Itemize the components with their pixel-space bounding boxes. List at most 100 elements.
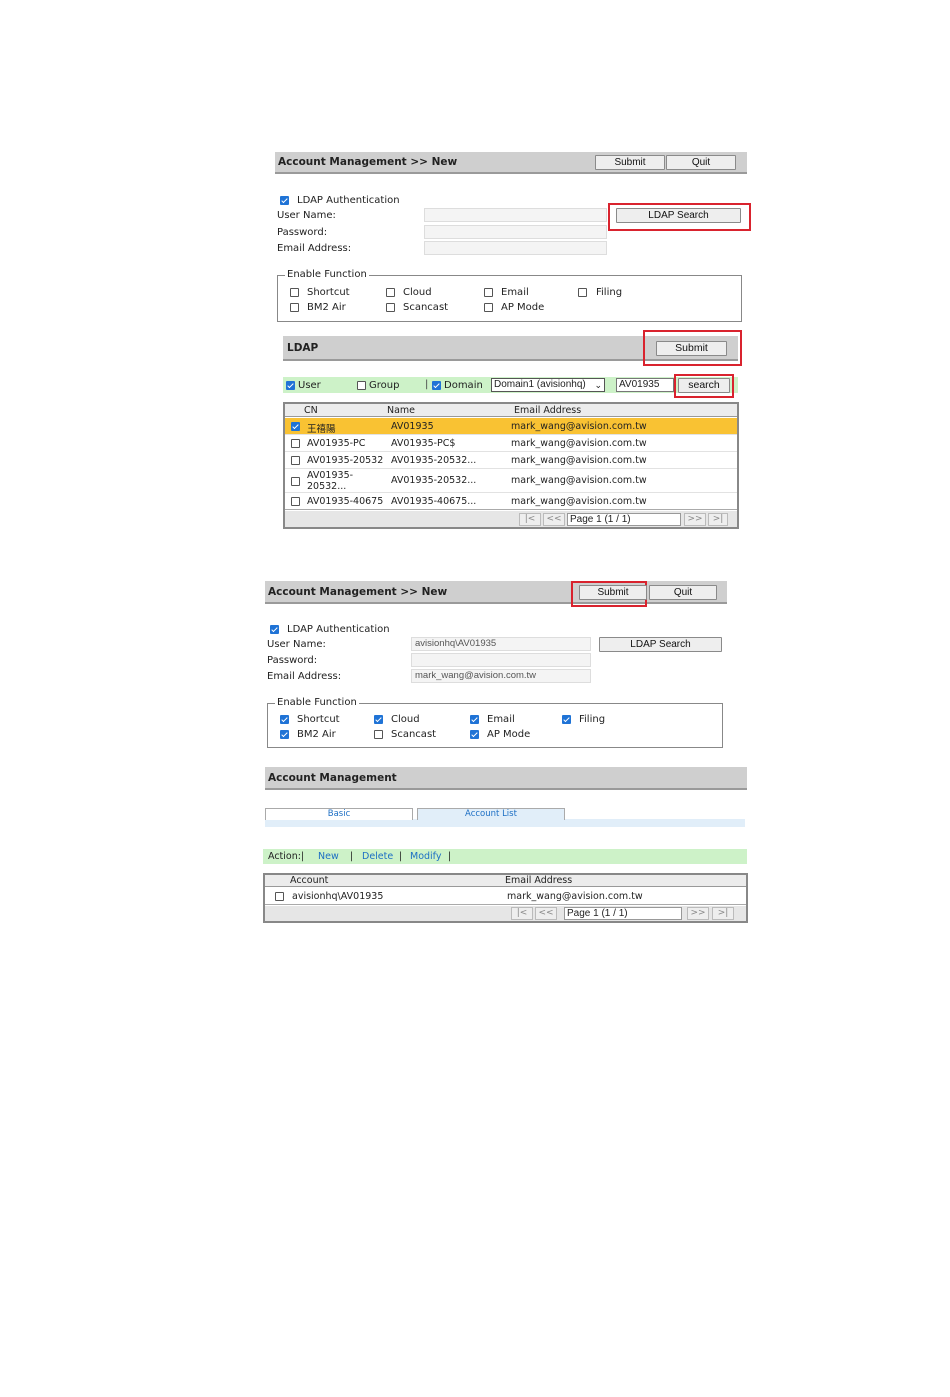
pager-prev-button[interactable]: <<: [543, 513, 565, 526]
filter-group-checkbox[interactable]: [357, 381, 366, 390]
screen1-ldap-auth-label: LDAP Authentication: [297, 195, 400, 206]
screen2-bm2air-checkbox[interactable]: [280, 730, 289, 739]
row-email: mark_wang@avision.com.tw: [511, 475, 647, 486]
screen1-ldap-auth-checkbox[interactable]: [280, 196, 289, 205]
table-row[interactable]: avisionhq\AV01935 mark_wang@avision.com.…: [265, 888, 746, 905]
pager-first-button[interactable]: |<: [511, 907, 533, 920]
tab-account-list[interactable]: Account List: [417, 808, 565, 820]
screen1-email-func-label: Email: [501, 287, 529, 298]
pager-last-button[interactable]: >|: [708, 513, 728, 526]
row-name: AV01935-20532...: [391, 455, 477, 466]
col-cn-header: CN: [304, 405, 318, 416]
tab-bar: [265, 819, 745, 827]
row-email: mark_wang@avision.com.tw: [511, 421, 647, 432]
row-checkbox[interactable]: [291, 477, 300, 486]
table-row[interactable]: AV01935-PC AV01935-PC$ mark_wang@avision…: [285, 435, 737, 452]
screen2-quit-button[interactable]: Quit: [649, 585, 717, 600]
pager-prev-button[interactable]: <<: [535, 907, 557, 920]
screen2-email-input[interactable]: mark_wang@avision.com.tw: [411, 669, 591, 683]
screen1-password-input[interactable]: [424, 225, 607, 239]
screen2-cloud-checkbox[interactable]: [374, 715, 383, 724]
screen2-email-checkbox[interactable]: [470, 715, 479, 724]
domain-select-value: Domain1 (avisionhq): [494, 379, 586, 390]
screen1-username-input[interactable]: [424, 208, 607, 222]
screen1-scancast-checkbox[interactable]: [386, 303, 395, 312]
screen2-apmode-checkbox[interactable]: [470, 730, 479, 739]
screen1-email-input[interactable]: [424, 241, 607, 255]
action-separator: |: [448, 851, 452, 862]
table-row[interactable]: AV01935- 20532... AV01935-20532... mark_…: [285, 469, 737, 493]
screen1-email-checkbox[interactable]: [484, 288, 493, 297]
filter-user-checkbox[interactable]: [286, 381, 295, 390]
table-row[interactable]: AV01935-20532 AV01935-20532... mark_wang…: [285, 452, 737, 469]
screen2-scancast-checkbox[interactable]: [374, 730, 383, 739]
screen1-shortcut-label: Shortcut: [307, 287, 350, 298]
table-row[interactable]: 王禧陽 AV01935 mark_wang@avision.com.tw: [285, 418, 737, 435]
ldap-search-input[interactable]: AV01935: [616, 378, 674, 392]
page-indicator[interactable]: Page 1 (1 / 1): [564, 907, 682, 920]
pager-first-button[interactable]: |<: [519, 513, 541, 526]
action-new-link[interactable]: New: [318, 851, 339, 862]
screen2-cloud-label: Cloud: [391, 714, 420, 725]
screen2-filing-label: Filing: [579, 714, 606, 725]
screen1-shortcut-checkbox[interactable]: [290, 288, 299, 297]
col-name-header: Name: [387, 405, 416, 416]
screen2-ldap-auth-checkbox[interactable]: [270, 625, 279, 634]
ldap-pager-bar: |< << Page 1 (1 / 1) >> >|: [285, 511, 737, 527]
screen1-quit-button[interactable]: Quit: [666, 155, 736, 170]
screen3-page-title: Account Management: [268, 772, 397, 784]
screen1-filing-checkbox[interactable]: [578, 288, 587, 297]
ldap-submit-button[interactable]: Submit: [656, 341, 727, 356]
pager-last-button[interactable]: >|: [712, 907, 734, 920]
row-email: mark_wang@avision.com.tw: [511, 496, 647, 507]
pager-next-button[interactable]: >>: [687, 907, 709, 920]
screen1-submit-button[interactable]: Submit: [595, 155, 665, 170]
row-checkbox[interactable]: [291, 497, 300, 506]
screen1-cloud-checkbox[interactable]: [386, 288, 395, 297]
tab-basic[interactable]: Basic: [265, 808, 413, 820]
domain-select[interactable]: Domain1 (avisionhq) ⌄: [491, 378, 605, 392]
screen2-username-input[interactable]: avisionhq\AV01935: [411, 637, 591, 651]
tab-basic-label: Basic: [327, 809, 351, 819]
col-account-header: Account: [290, 875, 329, 886]
screen1-apmode-checkbox[interactable]: [484, 303, 493, 312]
row-cn: AV01935-20532: [307, 455, 384, 466]
filter-domain-checkbox[interactable]: [432, 381, 441, 390]
screen2-enable-function-legend: Enable Function: [275, 697, 359, 708]
filter-domain-label: Domain: [444, 380, 483, 391]
screen2-shortcut-checkbox[interactable]: [280, 715, 289, 724]
row-checkbox[interactable]: [291, 422, 300, 431]
action-modify-link[interactable]: Modify: [410, 851, 441, 862]
screen1-page-title: Account Management >> New: [278, 156, 458, 168]
table-row[interactable]: AV01935-40675 AV01935-40675... mark_wang…: [285, 493, 737, 510]
account-table: Account Email Address avisionhq\AV01935 …: [263, 873, 748, 923]
action-label: Action:|: [268, 851, 305, 862]
action-separator: |: [350, 851, 354, 862]
screen1-ldap-search-button[interactable]: LDAP Search: [616, 208, 741, 223]
row-cn: AV01935- 20532...: [307, 470, 354, 492]
screen2-email-label: Email Address:: [267, 671, 342, 682]
page-indicator[interactable]: Page 1 (1 / 1): [567, 513, 681, 526]
row-account: avisionhq\AV01935: [292, 891, 384, 902]
screen2-ldap-search-button[interactable]: LDAP Search: [599, 637, 722, 652]
screen1-username-label: User Name:: [277, 210, 336, 221]
action-delete-link[interactable]: Delete: [362, 851, 393, 862]
row-checkbox[interactable]: [291, 439, 300, 448]
screen2-enable-function-group: [267, 703, 723, 748]
pager-next-button[interactable]: >>: [684, 513, 706, 526]
screen1-bm2air-checkbox[interactable]: [290, 303, 299, 312]
col-email-header: Email Address: [514, 405, 582, 416]
row-email: mark_wang@avision.com.tw: [511, 455, 647, 466]
screen2-password-input[interactable]: [411, 653, 591, 667]
screen2-submit-button[interactable]: Submit: [579, 585, 647, 600]
screen1-cloud-label: Cloud: [403, 287, 432, 298]
screen2-filing-checkbox[interactable]: [562, 715, 571, 724]
screen2-username-label: User Name:: [267, 639, 326, 650]
filter-separator: |: [425, 379, 429, 390]
row-checkbox[interactable]: [275, 892, 284, 901]
screen2-password-label: Password:: [267, 655, 318, 666]
row-name: AV01935-20532...: [391, 475, 477, 486]
screen1-scancast-label: Scancast: [403, 302, 449, 313]
ldap-search-submit-button[interactable]: search: [678, 378, 730, 393]
row-checkbox[interactable]: [291, 456, 300, 465]
